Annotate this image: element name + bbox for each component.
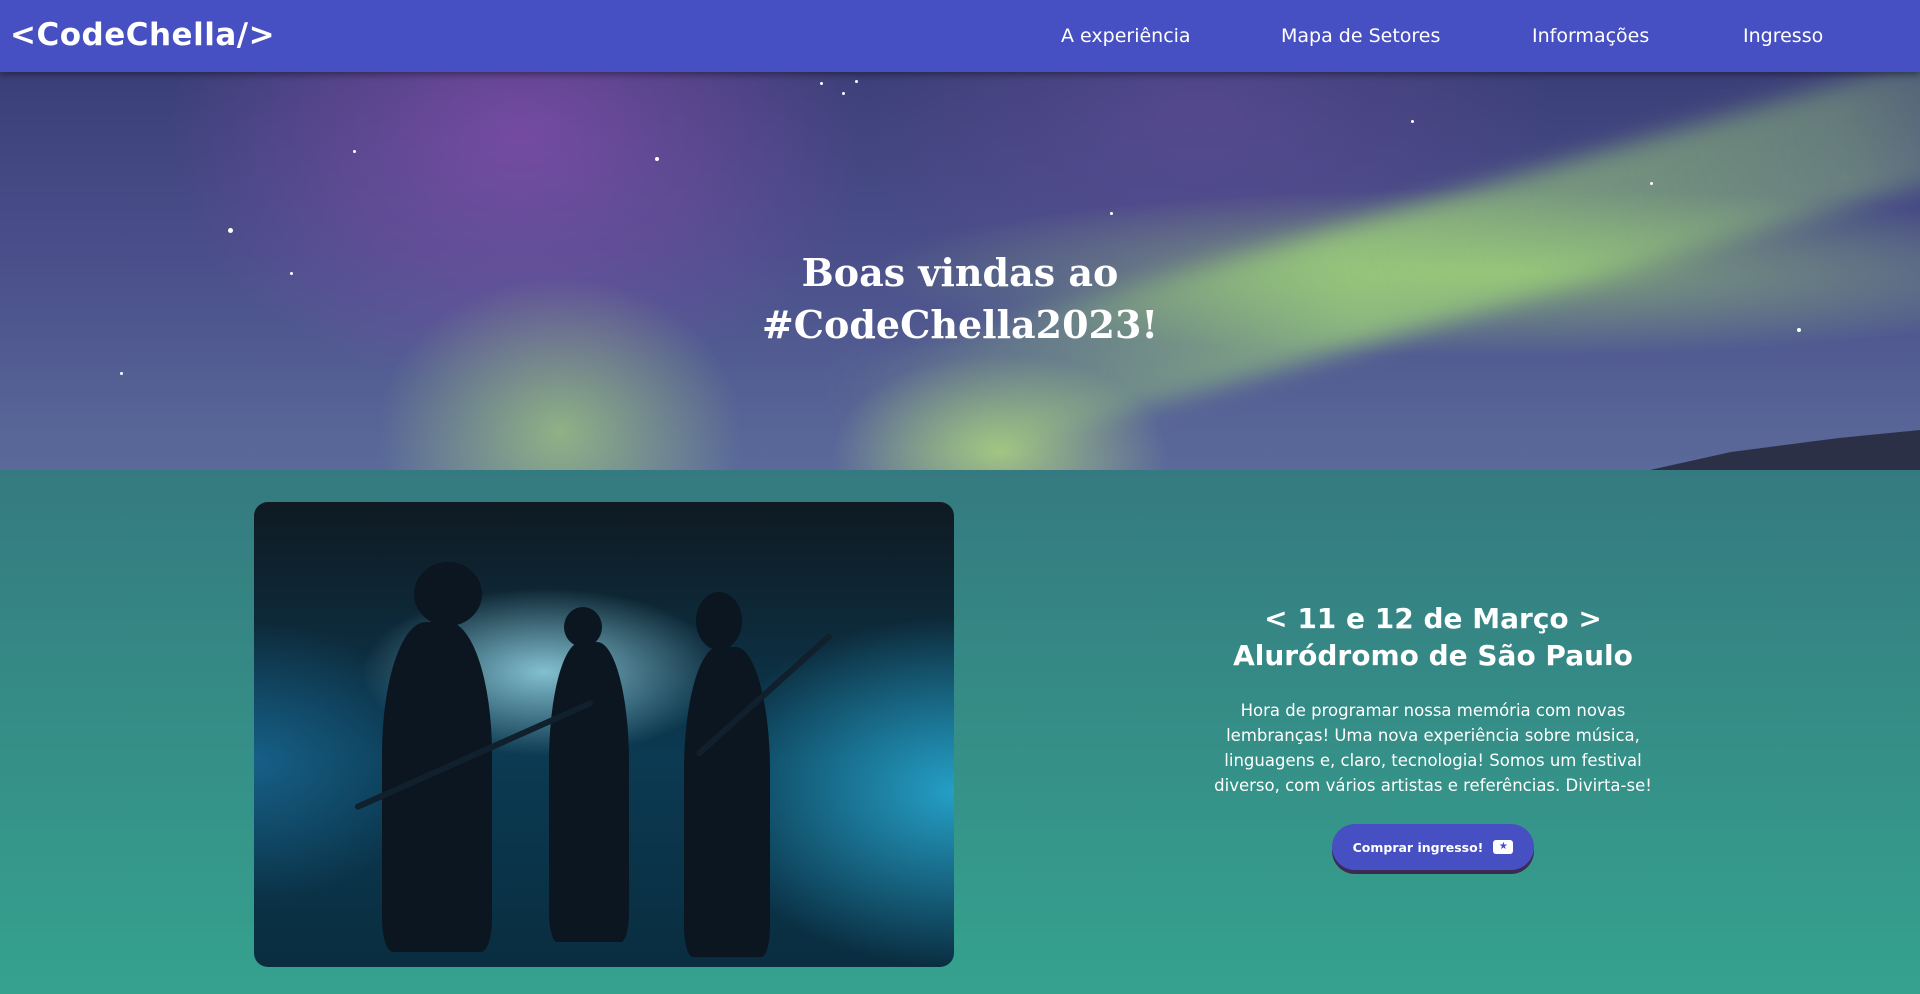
star: [842, 92, 845, 95]
hero-title-line2: #CodeChella2023!: [761, 302, 1159, 348]
hero-title-line1: Boas vindas ao: [801, 250, 1119, 296]
star: [1411, 120, 1414, 123]
musician-silhouette: [549, 642, 629, 942]
star: [1110, 212, 1113, 215]
star: [855, 80, 858, 83]
event-info: < 11 e 12 de Março > Aluródromo de São P…: [1200, 600, 1666, 870]
event-description: Hora de programar nossa memória com nova…: [1214, 701, 1652, 795]
musician-hair: [414, 562, 482, 626]
nav-item-mapa-setores[interactable]: Mapa de Setores: [1281, 23, 1440, 49]
nav-item-ingresso[interactable]: Ingresso: [1743, 23, 1823, 49]
star: [353, 150, 356, 153]
ticket-icon: ★: [1493, 840, 1514, 854]
star: [655, 157, 659, 161]
buy-ticket-button[interactable]: Comprar ingresso! ★: [1332, 824, 1534, 870]
event-section: < 11 e 12 de Março > Aluródromo de São P…: [0, 470, 1920, 994]
nav-item-experiencia[interactable]: A experiência: [1061, 23, 1191, 49]
star: [228, 228, 233, 233]
main-nav: A experiência Mapa de Setores Informaçõe…: [0, 0, 1920, 72]
mountain-silhouette: [1650, 430, 1920, 470]
hero-title: Boas vindas ao #CodeChella2023!: [0, 247, 1920, 351]
buy-ticket-label: Comprar ingresso!: [1352, 839, 1484, 855]
star: [120, 372, 123, 375]
star: [1650, 182, 1653, 185]
musician-hair: [696, 592, 742, 650]
star: [820, 82, 823, 85]
musician-silhouette: [684, 647, 770, 957]
event-date: < 11 e 12 de Março >: [1264, 602, 1602, 635]
hero-banner: Boas vindas ao #CodeChella2023!: [0, 72, 1920, 470]
nav-item-informacoes[interactable]: Informações: [1532, 23, 1649, 49]
musician-hair: [564, 607, 602, 647]
event-venue: Aluródromo de São Paulo: [1233, 639, 1633, 672]
band-concert-photo: [254, 502, 954, 967]
top-navigation-bar: <CodeChella/> A experiência Mapa de Seto…: [0, 0, 1920, 72]
